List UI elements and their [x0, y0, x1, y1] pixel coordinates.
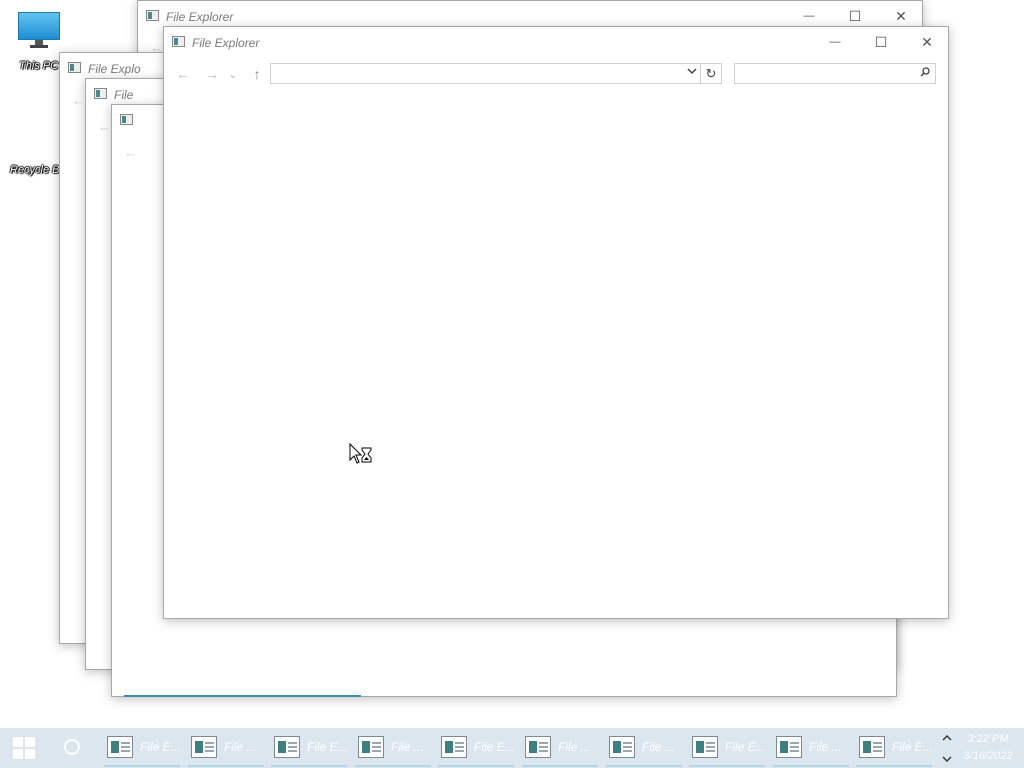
windows-logo-icon [13, 737, 35, 759]
window-title: File Explorer [166, 10, 234, 24]
clock-date: 3/16/2022 [963, 750, 1013, 762]
running-indicator [355, 765, 431, 767]
desktop-icon-label: Recycle B [10, 164, 60, 176]
file-explorer-app-icon [441, 736, 467, 758]
taskbar-scroll-buttons[interactable] [940, 728, 954, 768]
chevron-down-icon[interactable] [942, 755, 952, 763]
taskbar-item-label: File ... [558, 740, 591, 754]
desktop-icon-label: This PC [19, 60, 59, 72]
taskbar-item-file-explorer[interactable]: File E... [271, 728, 351, 768]
taskbar-item-file-explorer[interactable]: File E... [438, 728, 518, 768]
file-explorer-app-icon [776, 736, 802, 758]
running-indicator [606, 765, 682, 767]
file-explorer-app-icon [692, 736, 718, 758]
window-title: File Explo [88, 62, 141, 76]
back-arrow-icon: ← [124, 145, 137, 160]
taskbar-item-file-explorer[interactable]: File E... [104, 728, 184, 768]
file-explorer-app-icon [358, 736, 384, 758]
back-arrow-icon: ← [98, 119, 111, 134]
maximize-button[interactable]: ☐ [858, 28, 904, 56]
running-indicator [104, 765, 180, 767]
address-bar[interactable] [270, 63, 701, 84]
running-indicator [271, 765, 347, 767]
taskbar-item-label: File ... [642, 740, 675, 754]
chevron-down-icon[interactable] [687, 66, 697, 79]
busy-cursor-icon [349, 443, 372, 464]
taskbar-item-label: File E... [474, 740, 515, 754]
system-clock[interactable]: 3:22 PM 3/16/2022 [956, 731, 1020, 765]
file-explorer-app-icon [609, 736, 635, 758]
taskbar-item-file-explorer[interactable]: File E... [689, 728, 769, 768]
file-explorer-app-icon [68, 62, 81, 73]
start-button[interactable] [0, 728, 48, 768]
close-button[interactable]: ✕ [904, 28, 950, 56]
file-explorer-app-icon [191, 736, 217, 758]
taskbar-item-label: File E... [725, 740, 766, 754]
file-explorer-app-icon [859, 736, 885, 758]
file-explorer-app-icon [172, 36, 185, 47]
minimize-button[interactable]: — [812, 28, 858, 56]
forward-button[interactable]: → [202, 64, 222, 84]
file-explorer-app-icon [274, 736, 300, 758]
taskbar-item-label: File E... [892, 740, 933, 754]
refresh-button[interactable]: ↻ [701, 63, 722, 84]
running-indicator [773, 765, 849, 767]
clock-time: 3:22 PM [967, 733, 1009, 745]
taskbar-item-label: File ... [809, 740, 842, 754]
computer-icon-base [30, 45, 48, 48]
loading-progress-bar [124, 695, 361, 697]
window-title: File [114, 88, 134, 102]
window-title: File Explorer [192, 36, 260, 50]
taskbar-item-label: File E... [140, 740, 181, 754]
taskbar-item-label: File ... [224, 740, 257, 754]
file-explorer-window[interactable]: File Explorer — ☐ ✕ [163, 26, 949, 619]
file-explorer-app-icon [107, 736, 133, 758]
file-explorer-app-icon [525, 736, 551, 758]
computer-icon [18, 12, 60, 40]
file-explorer-app-icon [120, 114, 133, 125]
taskbar-item-file-explorer[interactable]: File E... [856, 728, 936, 768]
taskbar-item-file-explorer[interactable]: File ... [773, 728, 853, 768]
cortana-search-icon[interactable] [64, 739, 80, 755]
taskbar-item-file-explorer[interactable]: File ... [606, 728, 686, 768]
running-indicator [188, 765, 264, 767]
chevron-up-icon[interactable] [942, 734, 952, 742]
taskbar-item-label: File E... [307, 740, 348, 754]
taskbar-item-file-explorer[interactable]: File ... [188, 728, 268, 768]
search-input[interactable] [734, 63, 936, 84]
back-button[interactable]: ← [173, 64, 193, 84]
back-arrow-icon: ← [72, 93, 85, 108]
taskbar-item-file-explorer[interactable]: File ... [355, 728, 435, 768]
running-indicator [689, 765, 765, 767]
taskbar-item-file-explorer[interactable]: File ... [522, 728, 602, 768]
recent-locations-chevron-icon[interactable]: ⌄ [226, 64, 240, 84]
running-indicator [856, 765, 932, 767]
file-explorer-app-icon [94, 88, 107, 99]
up-button[interactable]: ↑ [247, 64, 267, 84]
running-indicator [522, 765, 598, 767]
running-indicator [438, 765, 514, 767]
search-icon [920, 67, 930, 77]
taskbar: File E... File ... File E... File ... Fi… [0, 728, 1024, 768]
taskbar-item-label: File ... [391, 740, 424, 754]
file-explorer-app-icon [146, 10, 159, 21]
